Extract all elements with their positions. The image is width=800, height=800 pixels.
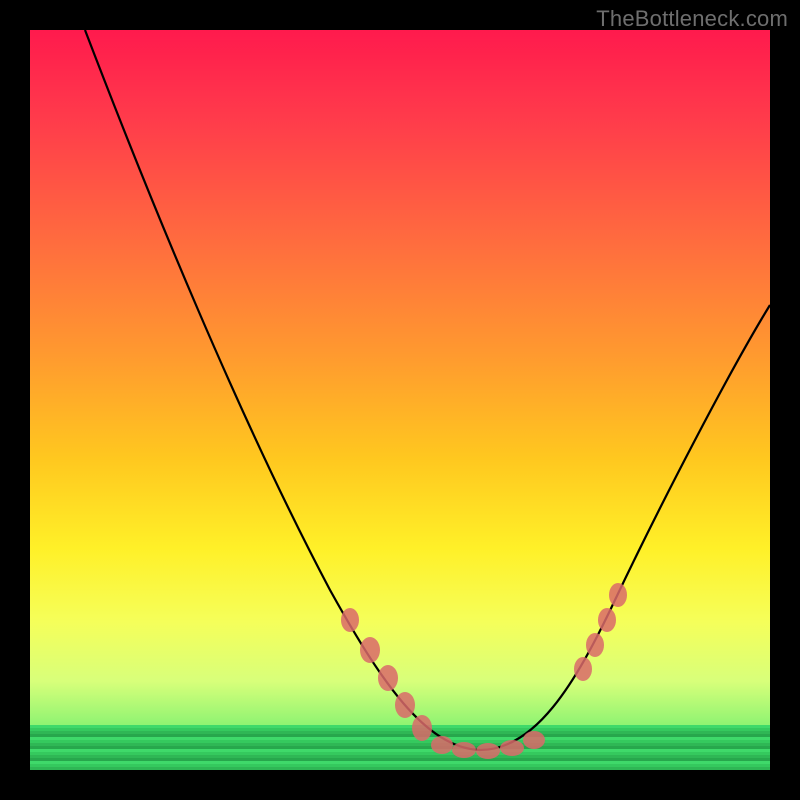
bottleneck-curve [85,30,770,750]
plot-area [30,30,770,770]
marker-dot [609,583,627,607]
outer-frame: TheBottleneck.com [0,0,800,800]
marker-dot [360,637,380,663]
marker-dot [586,633,604,657]
marker-dot [574,657,592,681]
marker-dot [476,743,500,759]
marker-dot [431,736,453,754]
marker-dot [500,740,524,756]
marker-dot [598,608,616,632]
marker-dot [341,608,359,632]
chart-svg [30,30,770,770]
marker-dot [452,742,476,758]
marker-dot [395,692,415,718]
marker-dot [523,731,545,749]
marker-cluster-trough [431,731,545,759]
marker-dot [378,665,398,691]
marker-dot [412,715,432,741]
marker-cluster-left [341,608,432,741]
attribution-label: TheBottleneck.com [596,6,788,32]
